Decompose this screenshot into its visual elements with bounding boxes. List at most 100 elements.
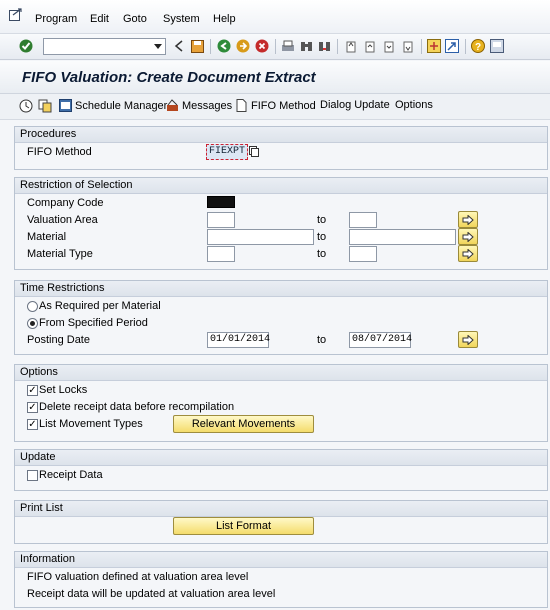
dialog-update-button[interactable]: Dialog Update [320, 99, 390, 111]
material-from-input[interactable] [207, 229, 314, 245]
standard-toolbar: ? [0, 34, 550, 60]
execute-icon [19, 99, 33, 113]
execute-button[interactable] [19, 99, 33, 113]
print-list-group: Print List List Format [14, 500, 548, 544]
restriction-header: Restriction of Selection [15, 178, 547, 194]
svg-text:?: ? [475, 42, 481, 53]
material-type-to-input[interactable] [349, 246, 377, 262]
last-page-icon[interactable] [401, 39, 415, 53]
update-group: Update Receipt Data [14, 449, 548, 491]
options-group: Options ✓ Set Locks ✓ Delete receipt dat… [14, 364, 548, 442]
chevron-down-icon[interactable] [154, 44, 162, 49]
company-code-input[interactable] [207, 196, 235, 208]
material-to-label: to [317, 231, 327, 243]
schedule-manager-label: Schedule Manager [75, 99, 168, 112]
from-specified-period-label: From Specified Period [39, 317, 148, 329]
command-field[interactable] [43, 38, 166, 55]
information-group: Information FIFO valuation defined at va… [14, 551, 548, 608]
next-page-icon[interactable] [382, 39, 396, 53]
valuation-area-from-input[interactable] [207, 212, 235, 228]
variant-button[interactable] [38, 99, 52, 113]
set-locks-label: Set Locks [39, 384, 88, 396]
find-next-icon[interactable] [318, 39, 332, 53]
restriction-group: Restriction of Selection Company Code Va… [14, 177, 548, 270]
application-toolbar: Schedule Manager Messages FIFO Method Di… [0, 94, 550, 120]
posting-date-to-input[interactable]: 08/07/2014 [349, 332, 412, 348]
as-required-radio[interactable] [27, 301, 38, 312]
messages-icon [167, 99, 178, 111]
fifo-method-label: FIFO Method [251, 99, 316, 112]
shortcut-icon[interactable] [445, 39, 459, 53]
messages-label: Messages [182, 99, 233, 112]
fifo-method-input[interactable]: FIEXPT [206, 144, 248, 160]
options-button[interactable]: Options [395, 99, 433, 111]
print-icon[interactable] [281, 39, 295, 53]
delete-receipt-label: Delete receipt data before recompilation [39, 401, 235, 413]
arrow-right-icon [462, 214, 474, 225]
material-type-from-input[interactable] [207, 246, 235, 262]
menu-program[interactable]: Program [35, 13, 77, 25]
messages-button[interactable]: Messages [166, 99, 232, 112]
information-line-2: Receipt data will be updated at valuatio… [27, 588, 276, 600]
title-bar: FIFO Valuation: Create Document Extract [0, 61, 550, 94]
menu-system[interactable]: System [163, 13, 200, 25]
set-locks-checkbox[interactable]: ✓ [27, 385, 38, 396]
relevant-movements-button[interactable]: Relevant Movements [173, 415, 314, 433]
exit-icon[interactable] [236, 39, 250, 53]
list-movement-types-label: List Movement Types [39, 418, 143, 430]
receipt-data-checkbox[interactable] [27, 470, 38, 481]
help-icon[interactable]: ? [471, 39, 485, 53]
from-specified-period-radio[interactable] [27, 318, 38, 329]
material-label: Material [27, 231, 67, 243]
print-list-header: Print List [15, 501, 547, 517]
schedule-manager-icon [59, 99, 72, 112]
menu-edit[interactable]: Edit [90, 13, 109, 25]
procedures-group: Procedures FIFO Method FIEXPT [14, 126, 548, 170]
valuation-area-to-input[interactable] [349, 212, 377, 228]
menu-help[interactable]: Help [213, 13, 236, 25]
fifo-method-button[interactable]: FIFO Method [235, 99, 316, 112]
options-label: Options [395, 99, 433, 111]
options-header: Options [15, 365, 547, 381]
back-icon[interactable] [217, 39, 231, 53]
customize-layout-icon[interactable] [490, 39, 504, 53]
enter-icon[interactable] [19, 39, 33, 53]
posting-date-label: Posting Date [27, 334, 90, 346]
company-code-label: Company Code [27, 197, 104, 209]
fifo-method-field-label: FIFO Method [27, 146, 92, 158]
create-session-icon[interactable] [427, 39, 441, 53]
system-menu-icon[interactable] [9, 8, 23, 21]
menu-goto[interactable]: Goto [123, 13, 147, 25]
page-title: FIFO Valuation: Create Document Extract [22, 69, 316, 86]
list-movement-types-checkbox[interactable]: ✓ [27, 419, 38, 430]
valuation-area-label: Valuation Area [27, 214, 98, 226]
schedule-manager-button[interactable]: Schedule Manager [59, 99, 167, 112]
material-type-label: Material Type [27, 248, 93, 260]
back-arrow-icon[interactable] [172, 39, 186, 53]
valuation-area-multiple-selection-button[interactable] [458, 211, 478, 228]
previous-page-icon[interactable] [363, 39, 377, 53]
procedures-header: Procedures [15, 127, 547, 143]
arrow-right-icon [462, 334, 474, 345]
material-type-multiple-selection-button[interactable] [458, 245, 478, 262]
copy-variant-icon [38, 99, 52, 113]
material-to-input[interactable] [349, 229, 456, 245]
list-format-button[interactable]: List Format [173, 517, 314, 535]
cancel-icon[interactable] [255, 39, 269, 53]
arrow-right-icon [462, 231, 474, 242]
document-icon [236, 99, 247, 112]
dialog-update-label: Dialog Update [320, 99, 390, 111]
find-icon[interactable] [300, 39, 314, 53]
receipt-data-label: Receipt Data [39, 469, 103, 481]
time-restrictions-group: Time Restrictions As Required per Materi… [14, 280, 548, 355]
time-restrictions-header: Time Restrictions [15, 281, 547, 297]
first-page-icon[interactable] [344, 39, 358, 53]
copy-icon[interactable] [249, 146, 259, 157]
posting-date-from-input[interactable]: 01/01/2014 [207, 332, 270, 348]
arrow-right-icon [462, 248, 474, 259]
material-multiple-selection-button[interactable] [458, 228, 478, 245]
posting-date-multiple-selection-button[interactable] [458, 331, 478, 348]
save-icon[interactable] [190, 39, 204, 53]
as-required-label: As Required per Material [39, 300, 161, 312]
delete-receipt-checkbox[interactable]: ✓ [27, 402, 38, 413]
